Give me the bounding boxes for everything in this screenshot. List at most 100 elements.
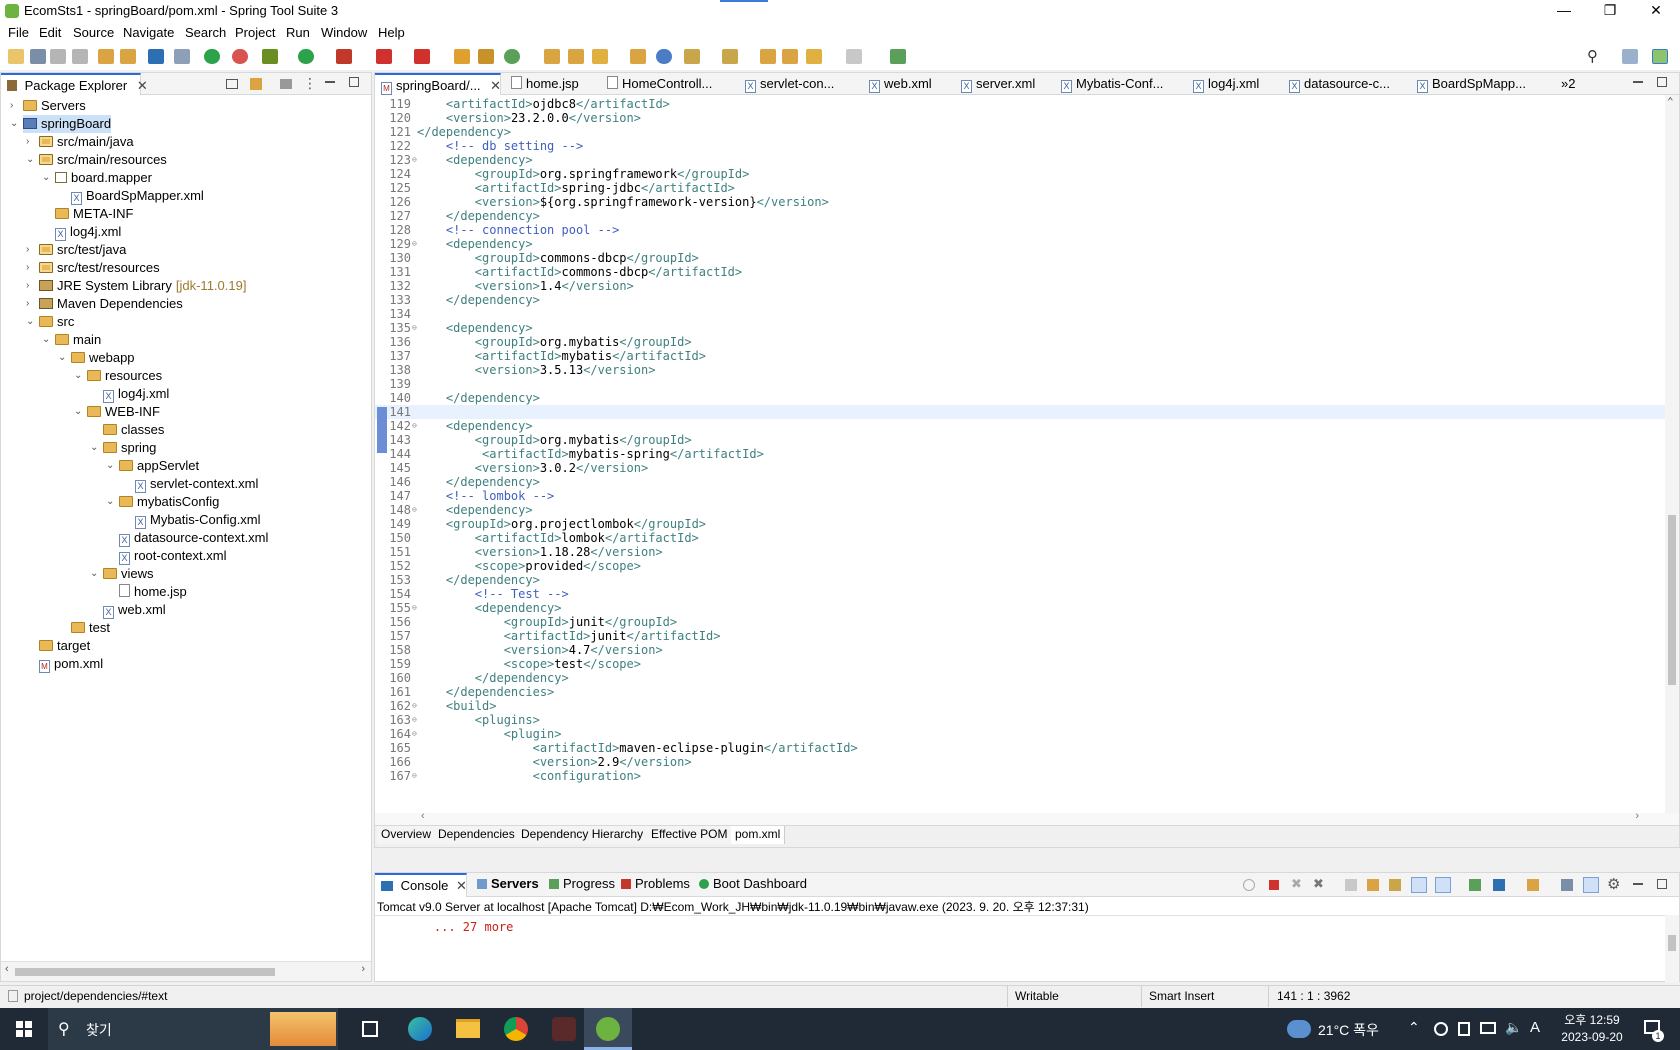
close-tab-icon[interactable]: ✕ — [456, 878, 467, 893]
start-button[interactable] — [0, 1008, 48, 1050]
save-all-icon[interactable] — [50, 49, 66, 64]
show-hidden-icons-icon[interactable]: ⌃ — [1408, 1019, 1420, 1036]
scroll-left-icon[interactable]: ‹ — [421, 810, 425, 822]
external-tools-icon[interactable] — [336, 49, 352, 64]
code-line[interactable]: 134 — [375, 307, 1665, 321]
taskbar-app-game[interactable] — [542, 1008, 586, 1050]
code-line[interactable]: 140 </dependency> — [375, 391, 1665, 405]
settings-gear-icon[interactable]: ⚙ — [1607, 875, 1620, 893]
code-line[interactable]: 132 <version>1.4</version> — [375, 279, 1665, 293]
word-wrap-icon[interactable] — [1389, 879, 1401, 891]
tab-boot-dashboard[interactable]: Boot Dashboard — [693, 873, 807, 895]
code-line[interactable]: 156 <groupId>junit</groupId> — [375, 615, 1665, 629]
deploy-icon[interactable] — [414, 49, 430, 64]
code-line[interactable]: 128 <!-- connection pool --> — [375, 223, 1665, 237]
explorer-hscrollbar[interactable]: ‹ › — [1, 961, 371, 981]
expand-chevron-icon[interactable]: › — [26, 241, 36, 259]
open-resource-icon[interactable] — [568, 49, 584, 64]
taskbar-file-explorer[interactable] — [446, 1008, 490, 1050]
code-line[interactable]: 124 <groupId>org.springframework</groupI… — [375, 167, 1665, 181]
collapse-chevron-icon[interactable]: ⌄ — [90, 439, 100, 457]
link-icon[interactable] — [1583, 877, 1599, 893]
tree-item[interactable]: › Maven Dependencies — [26, 295, 183, 313]
code-line[interactable]: 122 <!-- db setting --> — [375, 139, 1665, 153]
skip-breakpoints-icon[interactable] — [174, 49, 190, 64]
collapse-chevron-icon[interactable]: ⌄ — [106, 493, 116, 511]
code-line[interactable]: 135 ⊖ <dependency> — [375, 321, 1665, 335]
expand-chevron-icon[interactable]: › — [26, 295, 36, 313]
tab-package-explorer[interactable]: Package Explorer ✕ — [1, 73, 148, 95]
code-line[interactable]: 133 </dependency> — [375, 293, 1665, 307]
close-button[interactable]: ✕ — [1633, 0, 1679, 22]
code-line[interactable]: 145 <version>3.0.2</version> — [375, 461, 1665, 475]
open-type-icon[interactable] — [98, 49, 114, 64]
code-line[interactable]: 164 ⊖ <plugin> — [375, 727, 1665, 741]
weather-text[interactable]: 21°C 폭우 — [1318, 1020, 1379, 1040]
tab-problems[interactable]: Problems — [615, 873, 690, 895]
tab-servers[interactable]: Servers — [471, 873, 539, 895]
tree-item[interactable]: Xdatasource-context.xml — [119, 529, 268, 547]
clock-time[interactable]: 오후 12:59 — [1556, 1011, 1628, 1028]
scroll-left-icon[interactable]: ‹ — [5, 963, 9, 975]
tree-item[interactable]: ⌄ main — [42, 331, 101, 349]
remove-all-icon[interactable]: ✖ — [1313, 876, 1324, 892]
code-line[interactable]: 136 <groupId>org.mybatis</groupId> — [375, 335, 1665, 349]
menu-edit[interactable]: Edit — [39, 25, 61, 40]
console-scroll-thumb[interactable] — [1668, 935, 1676, 951]
maximize-view-icon[interactable] — [1657, 879, 1667, 889]
collapse-chevron-icon[interactable]: ⌄ — [58, 349, 68, 367]
code-line[interactable]: 123 ⊖ <dependency> — [375, 153, 1665, 167]
pin-console-icon[interactable] — [1243, 879, 1255, 891]
tree-item[interactable]: classes — [103, 421, 164, 439]
code-line[interactable]: 137 <artifactId>mybatis</artifactId> — [375, 349, 1665, 363]
explorer-scroll-thumb[interactable] — [15, 968, 275, 976]
minimize-editor-icon[interactable] — [1633, 81, 1643, 83]
prev-annotation-icon[interactable] — [722, 49, 738, 64]
collapse-all-icon[interactable] — [226, 79, 238, 89]
tab-server-xml[interactable]: Xserver.xml — [955, 73, 1035, 95]
menu-window[interactable]: Window — [321, 25, 367, 40]
code-line[interactable]: 161 </dependencies> — [375, 685, 1665, 699]
tree-item[interactable]: Xlog4j.xml — [55, 223, 121, 241]
tree-item[interactable]: ⌄ spring — [90, 439, 156, 457]
tree-item[interactable]: › Servers — [10, 97, 86, 115]
globe-icon[interactable] — [656, 49, 672, 64]
expand-chevron-icon[interactable]: › — [26, 277, 36, 295]
open-perspective-icon[interactable] — [630, 49, 646, 64]
tree-item[interactable]: ⌄ resources — [74, 367, 162, 385]
code-line[interactable]: 153 </dependency> — [375, 573, 1665, 587]
maximize-view-icon[interactable] — [349, 77, 359, 87]
taskbar-edge[interactable] — [398, 1008, 442, 1050]
show-on-stdout-icon[interactable] — [1411, 877, 1427, 893]
record-icon[interactable] — [1434, 1022, 1448, 1036]
code-line[interactable]: 149 <groupId>org.projectlombok</groupId> — [375, 517, 1665, 531]
perspective-java-icon[interactable] — [1622, 49, 1638, 64]
meet-icon[interactable] — [1458, 1022, 1470, 1036]
code-line[interactable]: 148 ⊖ <dependency> — [375, 503, 1665, 517]
tree-item[interactable]: target — [39, 637, 90, 655]
tree-item[interactable]: Mpom.xml — [39, 655, 103, 673]
scroll-right-icon[interactable]: › — [361, 963, 365, 975]
search-tool-icon[interactable] — [592, 49, 608, 64]
tab-console[interactable]: Console ✕ — [375, 873, 467, 897]
tree-item[interactable]: Xweb.xml — [103, 601, 166, 619]
tab-progress[interactable]: Progress — [543, 873, 615, 895]
focus-icon[interactable] — [280, 79, 292, 89]
menu-source[interactable]: Source — [73, 25, 114, 40]
tab-homecontroller[interactable]: HomeControll... — [601, 73, 712, 95]
code-line[interactable]: 147 <!-- lombok --> — [375, 489, 1665, 503]
tab-servlet-context[interactable]: Xservlet-con... — [739, 73, 834, 95]
tree-item[interactable]: › JRE System Library [jdk-11.0.19] — [26, 277, 246, 295]
volume-icon[interactable]: 🔈 — [1505, 1019, 1522, 1036]
tab-home-jsp[interactable]: home.jsp — [505, 73, 579, 95]
tab-overview[interactable]: Overview — [377, 826, 437, 844]
menu-search[interactable]: Search — [185, 25, 226, 40]
code-line[interactable]: 139 — [375, 377, 1665, 391]
code-line[interactable]: 150 <artifactId>lombok</artifactId> — [375, 531, 1665, 545]
code-line[interactable]: 142 ⊖ <dependency> — [375, 419, 1665, 433]
code-line[interactable]: 162 ⊖ <build> — [375, 699, 1665, 713]
taskbar-chrome[interactable] — [494, 1008, 538, 1050]
display-console-icon[interactable] — [1493, 879, 1505, 891]
maximize-editor-icon[interactable] — [1657, 77, 1667, 87]
save-icon[interactable] — [30, 49, 46, 64]
